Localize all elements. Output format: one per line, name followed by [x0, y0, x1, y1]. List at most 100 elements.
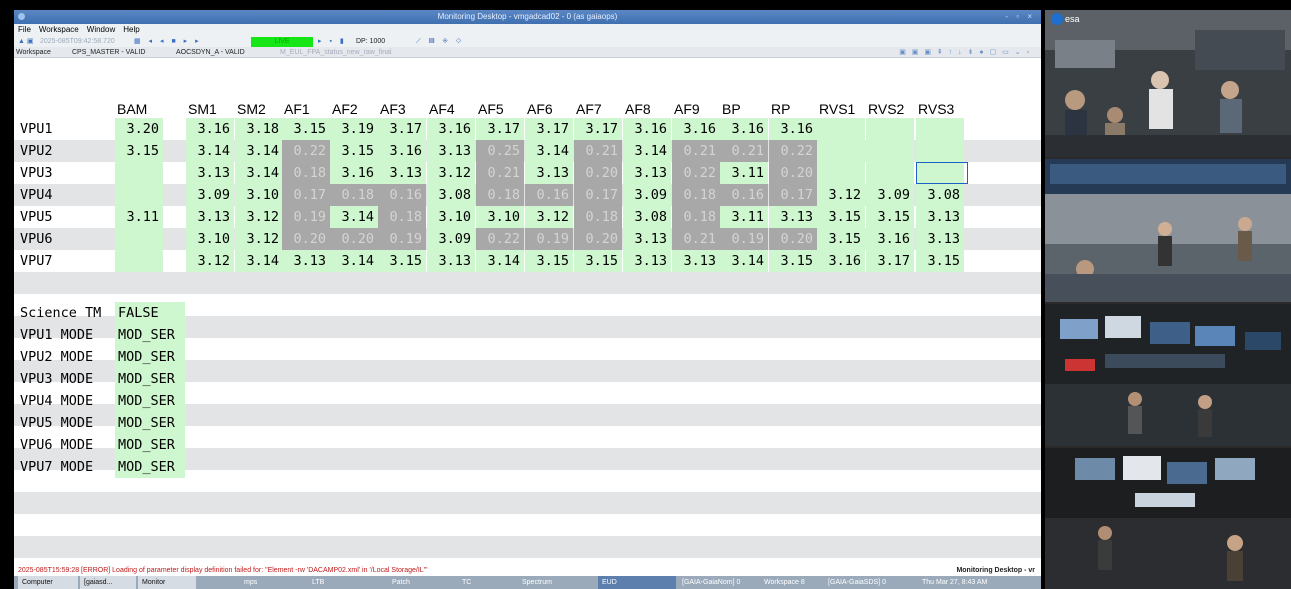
- grid-cell-vpu1-af5[interactable]: 3.17: [476, 118, 524, 140]
- grid-cell-vpu3-af1[interactable]: 0.18: [282, 162, 330, 184]
- grid-cell-vpu6-sm1[interactable]: 3.10: [186, 228, 234, 250]
- grid-cell-vpu4-bp[interactable]: 0.16: [720, 184, 768, 206]
- grid-cell-vpu6-rp[interactable]: 0.20: [769, 228, 817, 250]
- grid-cell-vpu5-af1[interactable]: 0.19: [282, 206, 330, 228]
- grid-cell-vpu2-af7[interactable]: 0.21: [574, 140, 622, 162]
- grid-cell-vpu6-af8[interactable]: 3.13: [623, 228, 671, 250]
- grid-cell-vpu4-sm2[interactable]: 3.10: [235, 184, 283, 206]
- grid-cell-vpu7-rvs2[interactable]: 3.17: [866, 250, 914, 272]
- toolbar-icons[interactable]: ▲ ▣: [18, 36, 34, 47]
- grid-cell-vpu4-rp[interactable]: 0.17: [769, 184, 817, 206]
- menu-item-workspace[interactable]: Workspace: [39, 25, 79, 34]
- taskbar-item-1[interactable]: [gaiasd...: [80, 576, 136, 589]
- grid-cell-vpu7-af3[interactable]: 3.15: [378, 250, 426, 272]
- grid-cell-vpu2-rp[interactable]: 0.22: [769, 140, 817, 162]
- grid-cell-vpu5-sm1[interactable]: 3.13: [186, 206, 234, 228]
- grid-cell-vpu4-af6[interactable]: 0.16: [525, 184, 573, 206]
- tab-fpa-status[interactable]: M_EUL_FPA_status_new_raw_final: [280, 47, 392, 58]
- taskbar-item-4[interactable]: LTB: [308, 576, 386, 589]
- grid-cell-empty[interactable]: [817, 140, 865, 162]
- taskbar-item-11[interactable]: [GAIA-GaiaSDS] 0: [824, 576, 912, 589]
- grid-cell-vpu5-rvs1[interactable]: 3.15: [817, 206, 865, 228]
- grid-cell-vpu6-rvs2[interactable]: 3.16: [866, 228, 914, 250]
- grid-cell-vpu2-af4[interactable]: 3.13: [427, 140, 475, 162]
- grid-cell-empty[interactable]: [916, 118, 964, 140]
- grid-cell-empty[interactable]: [916, 140, 964, 162]
- grid-cell-vpu5-bp[interactable]: 3.11: [720, 206, 768, 228]
- grid-cell-vpu4-af5[interactable]: 0.18: [476, 184, 524, 206]
- menu-item-file[interactable]: File: [18, 25, 31, 34]
- grid-cell-vpu3-af9[interactable]: 0.22: [672, 162, 720, 184]
- grid-cell-vpu7-af1[interactable]: 3.13: [282, 250, 330, 272]
- grid-cell-vpu7-sm2[interactable]: 3.14: [235, 250, 283, 272]
- grid-cell-vpu2-af1[interactable]: 0.22: [282, 140, 330, 162]
- grid-cell-vpu4-af1[interactable]: 0.17: [282, 184, 330, 206]
- grid-cell-vpu2-af6[interactable]: 3.14: [525, 140, 573, 162]
- grid-cell-vpu4-af8[interactable]: 3.09: [623, 184, 671, 206]
- mode-value-vpu7[interactable]: MOD_SER: [118, 456, 184, 478]
- taskbar-item-9[interactable]: [GAIA-GaiaNom] 0: [678, 576, 758, 589]
- grid-cell-vpu2-sm2[interactable]: 3.14: [235, 140, 283, 162]
- grid-cell-vpu7-af9[interactable]: 3.13: [672, 250, 720, 272]
- grid-cell-vpu4-sm1[interactable]: 3.09: [186, 184, 234, 206]
- dp-field[interactable]: DP: 1000: [356, 36, 385, 47]
- grid-cell-vpu1-af6[interactable]: 3.17: [525, 118, 573, 140]
- grid-cell-vpu5-sm2[interactable]: 3.12: [235, 206, 283, 228]
- grid-cell-vpu2-af9[interactable]: 0.21: [672, 140, 720, 162]
- grid-cell-vpu7-af2[interactable]: 3.14: [330, 250, 378, 272]
- grid-cell-vpu3-af6[interactable]: 3.13: [525, 162, 573, 184]
- grid-cell-vpu5-rp[interactable]: 3.13: [769, 206, 817, 228]
- grid-cell-vpu6-af2[interactable]: 0.20: [330, 228, 378, 250]
- grid-cell-vpu4-af3[interactable]: 0.16: [378, 184, 426, 206]
- tab-workspace[interactable]: Workspace: [16, 47, 51, 58]
- playback-controls[interactable]: ▦ ◂ ◂ ■ ▸ ▸: [134, 36, 202, 47]
- menu-item-window[interactable]: Window: [87, 25, 115, 34]
- mode-value-vpu6[interactable]: MOD_SER: [118, 434, 184, 456]
- mode-value-vpu3[interactable]: MOD_SER: [118, 368, 184, 390]
- grid-cell-vpu3-bp[interactable]: 3.11: [720, 162, 768, 184]
- grid-cell-empty[interactable]: [817, 118, 865, 140]
- grid-cell-vpu7-af7[interactable]: 3.15: [574, 250, 622, 272]
- grid-cell-vpu5-rvs2[interactable]: 3.15: [866, 206, 914, 228]
- grid-cell-vpu1-af4[interactable]: 3.16: [427, 118, 475, 140]
- taskbar-item-10[interactable]: Workspace 8: [760, 576, 820, 589]
- grid-cell-vpu7-af8[interactable]: 3.13: [623, 250, 671, 272]
- grid-cell-vpu2-af2[interactable]: 3.15: [330, 140, 378, 162]
- grid-cell-vpu1-af9[interactable]: 3.16: [672, 118, 720, 140]
- grid-cell-empty[interactable]: [866, 140, 914, 162]
- grid-cell-vpu6-af1[interactable]: 0.20: [282, 228, 330, 250]
- grid-cell-vpu3-sm2[interactable]: 3.14: [235, 162, 283, 184]
- taskbar-item-7[interactable]: Spectrum: [518, 576, 596, 589]
- grid-cell-vpu3-af5[interactable]: 0.21: [476, 162, 524, 184]
- toolbar-extra-icons[interactable]: ⟋ ▤ ◈ ◇: [416, 36, 464, 47]
- grid-cell-vpu6-af5[interactable]: 0.22: [476, 228, 524, 250]
- taskbar-item-2[interactable]: Monitor: [138, 576, 196, 589]
- window-controls[interactable]: - ▫ ×: [1005, 10, 1035, 24]
- grid-cell-empty[interactable]: [115, 250, 163, 272]
- grid-cell-vpu6-rvs1[interactable]: 3.15: [817, 228, 865, 250]
- grid-cell-vpu5-af3[interactable]: 0.18: [378, 206, 426, 228]
- grid-cell-vpu1-bam[interactable]: 3.20: [115, 118, 163, 140]
- selected-cell-outline[interactable]: [916, 162, 968, 184]
- grid-cell-vpu5-af8[interactable]: 3.08: [623, 206, 671, 228]
- grid-cell-vpu5-af9[interactable]: 0.18: [672, 206, 720, 228]
- science-tm-value[interactable]: FALSE: [118, 302, 159, 324]
- grid-cell-vpu6-af6[interactable]: 0.19: [525, 228, 573, 250]
- taskbar-item-3[interactable]: mps: [240, 576, 306, 589]
- taskbar-item-6[interactable]: TC: [458, 576, 516, 589]
- grid-cell-vpu6-bp[interactable]: 0.19: [720, 228, 768, 250]
- grid-cell-empty[interactable]: [817, 162, 865, 184]
- grid-cell-vpu5-af6[interactable]: 3.12: [525, 206, 573, 228]
- tab-cps-master[interactable]: CPS_MASTER - VALID: [72, 47, 145, 58]
- grid-cell-empty[interactable]: [866, 162, 914, 184]
- grid-cell-vpu7-af4[interactable]: 3.13: [427, 250, 475, 272]
- grid-cell-vpu2-af3[interactable]: 3.16: [378, 140, 426, 162]
- grid-cell-vpu7-rvs3[interactable]: 3.15: [916, 250, 964, 272]
- grid-cell-vpu1-af1[interactable]: 3.15: [282, 118, 330, 140]
- grid-cell-vpu1-af2[interactable]: 3.19: [330, 118, 378, 140]
- grid-cell-vpu5-af2[interactable]: 3.14: [330, 206, 378, 228]
- grid-cell-vpu6-af4[interactable]: 3.09: [427, 228, 475, 250]
- grid-cell-vpu4-rvs3[interactable]: 3.08: [916, 184, 964, 206]
- grid-cell-vpu6-af9[interactable]: 0.21: [672, 228, 720, 250]
- grid-cell-vpu1-bp[interactable]: 3.16: [720, 118, 768, 140]
